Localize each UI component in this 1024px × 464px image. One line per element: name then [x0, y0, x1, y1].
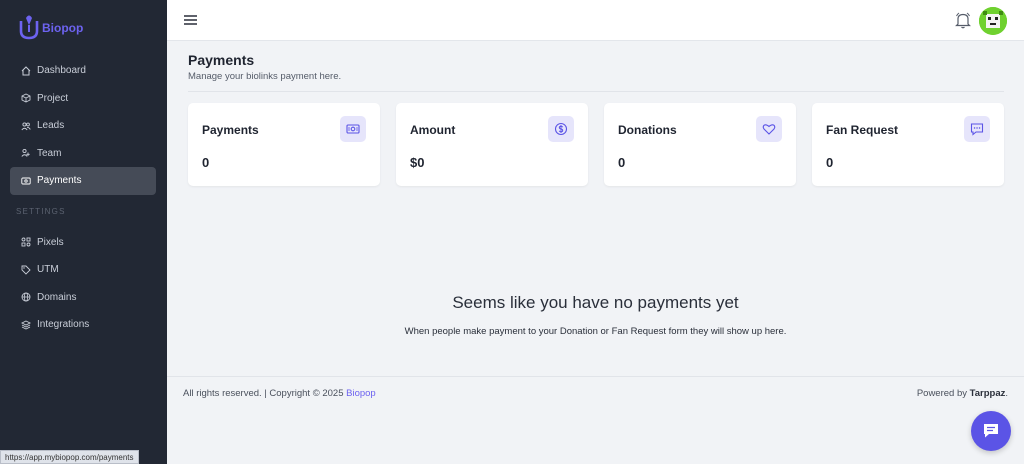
empty-state-title: Seems like you have no payments yet [452, 293, 739, 312]
copyright-text: All rights reserved. | Copyright © 2025 [183, 388, 347, 399]
empty-state-message: When people make payment to your Donatio… [404, 326, 787, 337]
stat-card-payments: Payments 0 [188, 103, 380, 186]
team-icon [21, 149, 30, 158]
brand-name: Biopop [42, 21, 84, 35]
top-bar [167, 0, 1024, 41]
home-icon [21, 66, 31, 76]
card-label: Donations [618, 123, 677, 137]
powered-by-text: Powered by [916, 388, 970, 399]
sidebar-item-project[interactable]: Project [10, 85, 156, 113]
sidebar-item-label: Team [37, 147, 62, 159]
biopop-logo-icon [19, 15, 39, 40]
avatar[interactable] [979, 7, 1007, 35]
tag-icon [21, 265, 31, 275]
card-label: Amount [410, 123, 456, 137]
status-bar-url: https://app.mybiopop.com/payments [0, 450, 139, 464]
page-title: Payments [188, 52, 255, 68]
dollar-circle-icon [548, 116, 574, 142]
sidebar: Biopop Dashboard Project Leads Team Paym… [0, 0, 167, 464]
chat-button[interactable] [971, 411, 1011, 451]
banknote-icon [340, 116, 366, 142]
copyright: All rights reserved. | Copyright © 2025 … [183, 388, 376, 399]
powered-by-suffix: . [1005, 388, 1008, 399]
card-value: 0 [826, 155, 834, 170]
sidebar-nav: Dashboard Project Leads Team Payments SE… [10, 57, 156, 339]
card-label: Payments [202, 123, 259, 137]
sidebar-item-label: Pixels [37, 236, 64, 248]
stat-card-donations: Donations 0 [604, 103, 796, 186]
card-value: $0 [410, 155, 425, 170]
avatar-face-icon [979, 7, 1007, 35]
stat-card-amount: Amount $0 [396, 103, 588, 186]
box-icon [21, 93, 31, 103]
card-value: 0 [202, 155, 210, 170]
sidebar-item-integrations[interactable]: Integrations [10, 311, 156, 339]
heart-icon [756, 116, 782, 142]
brand-logo[interactable]: Biopop [18, 12, 83, 40]
card-value: 0 [618, 155, 626, 170]
sidebar-item-domains[interactable]: Domains [10, 284, 156, 312]
footer: All rights reserved. | Copyright © 2025 … [167, 376, 1024, 410]
sidebar-item-label: Project [37, 92, 69, 104]
sidebar-item-label: Domains [37, 291, 77, 303]
sidebar-item-payments[interactable]: Payments [10, 167, 156, 195]
powered-by-name: Tarppaz [969, 388, 1006, 399]
sidebar-item-leads[interactable]: Leads [10, 112, 156, 140]
layers-icon [21, 320, 31, 330]
page-header: Payments Manage your biolinks payment he… [188, 52, 1004, 92]
sidebar-item-pixels[interactable]: Pixels [10, 229, 156, 257]
message-icon [964, 116, 990, 142]
sidebar-item-utm[interactable]: UTM [10, 256, 156, 284]
stat-card-fan-request: Fan Request 0 [812, 103, 1004, 186]
users-icon [21, 122, 31, 131]
globe-icon [21, 292, 31, 302]
powered-by: Powered by Tarppaz. [917, 388, 1008, 399]
hamburger-menu-icon[interactable] [184, 14, 197, 26]
sidebar-item-label: Integrations [37, 319, 90, 331]
page-subtitle: Manage your biolinks payment here. [188, 71, 342, 82]
settings-heading: SETTINGS [16, 207, 66, 216]
sidebar-item-label: Dashboard [37, 65, 86, 77]
sidebar-item-label: UTM [37, 264, 59, 276]
sidebar-item-label: Leads [37, 120, 65, 132]
sidebar-item-dashboard[interactable]: Dashboard [10, 57, 156, 85]
bell-icon[interactable] [955, 12, 971, 29]
sidebar-item-label: Payments [37, 175, 82, 187]
payments-icon [21, 177, 31, 185]
pixels-icon [21, 237, 31, 247]
footer-brand-link[interactable]: Biopop [346, 388, 376, 399]
chat-icon [984, 424, 998, 438]
card-label: Fan Request [826, 123, 899, 137]
stat-cards: Payments 0 Amount $0 Donations 0 Fan Req… [188, 103, 1004, 186]
sidebar-item-team[interactable]: Team [10, 140, 156, 168]
